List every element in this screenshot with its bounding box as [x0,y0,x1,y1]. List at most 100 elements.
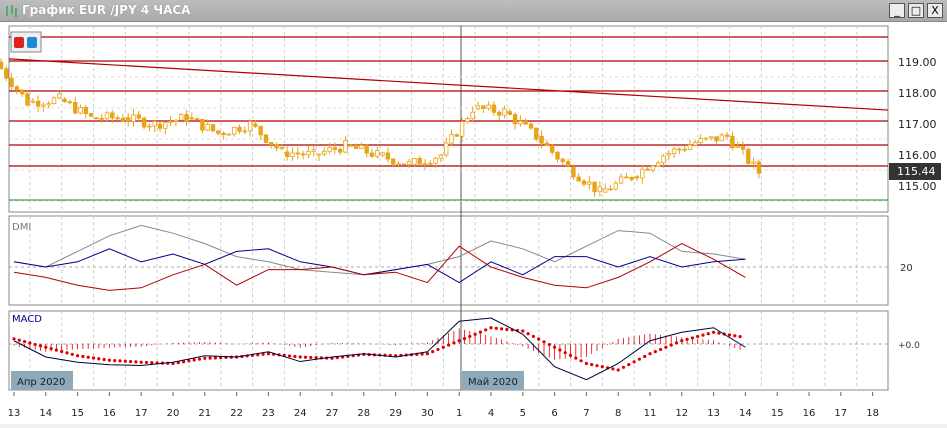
date-tick-label: 8 [615,408,621,419]
candle [57,93,62,99]
candle [337,149,343,153]
signal-dot [97,357,101,361]
close-button[interactable]: X [927,3,943,18]
candle [147,125,152,128]
signal-dot [568,353,573,357]
candle [624,176,629,179]
candle [746,148,751,164]
candle [661,155,666,164]
candle [168,120,173,123]
date-tick-label: 30 [421,408,434,419]
signal-dot [139,360,143,364]
price-axis-label: 115.00 [898,180,937,193]
candle [9,77,14,88]
candle [433,157,438,164]
signal-dot [701,333,705,337]
candle [231,126,237,135]
signal-dot [600,365,604,369]
candle [67,101,73,104]
candle [528,123,534,129]
signal-dot [17,338,21,342]
candle [443,142,449,156]
candle [417,158,422,165]
candle [194,118,200,121]
signal-dot [144,360,149,365]
signal-dot [653,349,657,354]
signal-dot [590,362,594,367]
candle [131,114,136,122]
signal-dot [113,358,117,363]
candle [422,163,428,166]
signal-dot [521,329,525,333]
candle [184,114,189,122]
candle [587,181,592,185]
red-button[interactable] [14,37,24,48]
signal-dot [690,336,695,340]
price-axis-label: 117.00 [898,118,937,131]
signal-dot [627,362,631,367]
chart-svg[interactable]: 13 14 15 16 17 20 21 22 23 24 27 28 29 30 1 4 5 6 7 8 11 12 13… [0,22,947,424]
signal-dot [33,342,37,347]
candle [640,168,645,179]
minimize-button[interactable]: _ [889,3,905,18]
signal-dot [669,343,673,347]
candle [751,161,756,164]
candle [693,142,698,146]
candle [618,176,624,184]
candle [14,86,20,91]
signal-dot [425,352,429,356]
signal-dot [680,339,684,343]
candle [327,147,332,152]
signal-dot [727,333,732,337]
signal-dot [547,342,551,347]
candle [682,148,687,151]
signal-dot [129,359,133,364]
candle [237,126,242,132]
candle [274,144,279,149]
candle [348,144,353,147]
blue-button[interactable] [27,37,37,48]
signal-dot [468,334,472,339]
candle [258,125,263,136]
candle [104,112,110,120]
candle [332,147,338,150]
candle [41,104,46,107]
signal-dot [12,337,16,341]
candle [359,144,364,149]
signal-dot [489,326,493,330]
signal-dot [584,361,589,366]
signal-dot [616,368,620,372]
candle [269,142,274,146]
signal-dot [462,336,467,341]
candle [306,150,311,156]
candle [316,153,322,156]
signal-dot [733,334,737,338]
candle [560,158,565,162]
candle [126,117,131,122]
chart-canvas[interactable]: 13 14 15 16 17 20 21 22 23 24 27 28 29 30 1 4 5 6 7 8 11 12 13… [0,22,947,424]
candle [210,124,216,132]
signal-dot [674,341,679,345]
signal-dot [494,326,498,330]
date-tick-label: 22 [230,408,243,419]
candle [475,105,481,109]
signal-dot [664,345,668,349]
candle [83,107,88,114]
candle [496,111,502,116]
candle [603,188,608,193]
signal-dot [49,347,53,351]
candle [178,114,184,121]
maximize-button[interactable]: □ [908,3,924,18]
signal-dot [288,354,292,358]
signal-dot [208,356,212,360]
candle [544,142,550,146]
candle [380,152,385,156]
candle [120,117,126,122]
date-tick-label: 18 [866,408,879,419]
signal-dot [436,347,440,352]
signal-dot [696,334,700,339]
signal-dot [65,351,69,355]
candle [634,176,640,179]
candle [740,145,746,150]
candle [523,120,528,125]
